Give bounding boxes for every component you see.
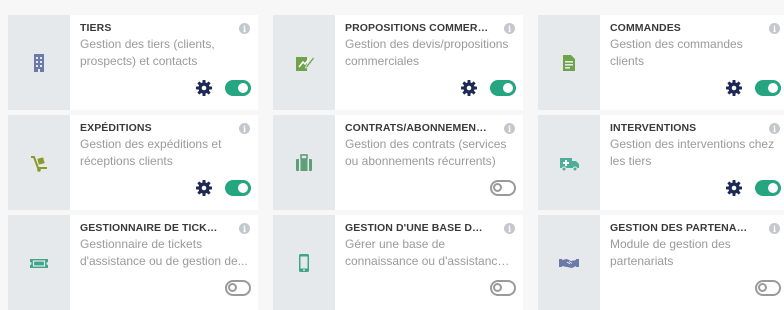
module-title: GESTIONNAIRE DE TICKETS [80,222,224,234]
module-description: Gérer une base de connaissance ou d'assis… [345,237,513,268]
ambulance-icon [560,157,579,171]
building-icon [34,53,44,72]
module-toggle[interactable] [490,180,516,196]
module-description: Gestion des interventions chez les tiers [610,137,775,168]
module-icon-box [273,15,335,110]
module-toggle[interactable] [755,280,781,296]
module-description: Gestion des devis/propositions commercial… [345,37,509,68]
module-card-contrats: CONTRATS/ABONNEMENTS i Gestion des contr… [273,115,523,210]
ticket-icon [30,258,48,268]
gear-icon[interactable] [195,179,213,197]
module-card-partenariats: GESTION DES PARTENARIATS i Module de ges… [538,215,784,310]
info-icon[interactable]: i [504,123,515,134]
module-title: GESTION DES PARTENARIATS [610,222,754,234]
module-title: TIERS [80,22,112,34]
gear-icon[interactable] [460,79,478,97]
info-icon[interactable]: i [239,23,250,34]
module-icon-box [273,215,335,310]
module-toggle[interactable] [225,80,251,96]
gear-icon[interactable] [195,79,213,97]
module-title: EXPÉDITIONS [80,122,152,134]
mobile-icon [299,253,309,272]
dolly-icon [31,155,47,172]
module-card-tiers: TIERS i Gestion des tiers (clients, prosp… [8,15,258,110]
module-icon-box [538,115,600,210]
suitcase-icon [296,153,312,171]
module-icon-box [538,215,600,310]
info-icon[interactable]: i [504,23,515,34]
gear-icon[interactable] [725,179,743,197]
info-icon[interactable]: i [769,223,780,234]
module-toggle[interactable] [755,180,781,196]
module-card-tickets: GESTIONNAIRE DE TICKETS i Gestionnaire d… [8,215,258,310]
module-icon-box [8,115,70,210]
handshake-icon [559,258,579,268]
module-card-expeditions: EXPÉDITIONS i Gestion des expéditions et… [8,115,258,210]
module-toggle[interactable] [490,280,516,296]
gear-icon[interactable] [725,79,743,97]
info-icon[interactable]: i [769,123,780,134]
module-description: Module de gestion des partenariats [610,237,731,268]
module-description: Gestionnaire de tickets d'assistance ou d… [80,237,248,268]
module-toggle[interactable] [225,180,251,196]
module-card-propositions: PROPOSITIONS COMMERCIALES i Gestion des … [273,15,523,110]
module-title: INTERVENTIONS [610,122,697,134]
order-document-icon [563,54,575,71]
module-title: GESTION D'UNE BASE DE CON... [345,222,489,234]
info-icon[interactable]: i [239,223,250,234]
module-description: Gestion des commandes clients [610,37,743,68]
module-toggle[interactable] [225,280,251,296]
module-title: PROPOSITIONS COMMERCIALES [345,22,489,34]
info-icon[interactable]: i [504,223,515,234]
module-icon-box [538,15,600,110]
module-description: Gestion des tiers (clients, prospects) et… [80,37,215,68]
info-icon[interactable]: i [769,23,780,34]
module-description: Gestion des expéditions et réceptions cli… [80,137,222,168]
info-icon[interactable]: i [239,123,250,134]
module-icon-box [8,215,70,310]
module-toggle[interactable] [755,80,781,96]
module-title: CONTRATS/ABONNEMENTS [345,122,489,134]
module-title: COMMANDES [610,22,681,34]
module-card-knowledge-base: GESTION D'UNE BASE DE CON... i Gérer une… [273,215,523,310]
module-card-interventions: INTERVENTIONS i Gestion des intervention… [538,115,784,210]
module-icon-box [8,15,70,110]
module-toggle[interactable] [490,80,516,96]
module-icon-box [273,115,335,210]
module-card-commandes: COMMANDES i Gestion des commandes client… [538,15,784,110]
document-pen-icon [296,55,315,71]
module-description: Gestion des contrats (services ou abonnem… [345,137,507,168]
